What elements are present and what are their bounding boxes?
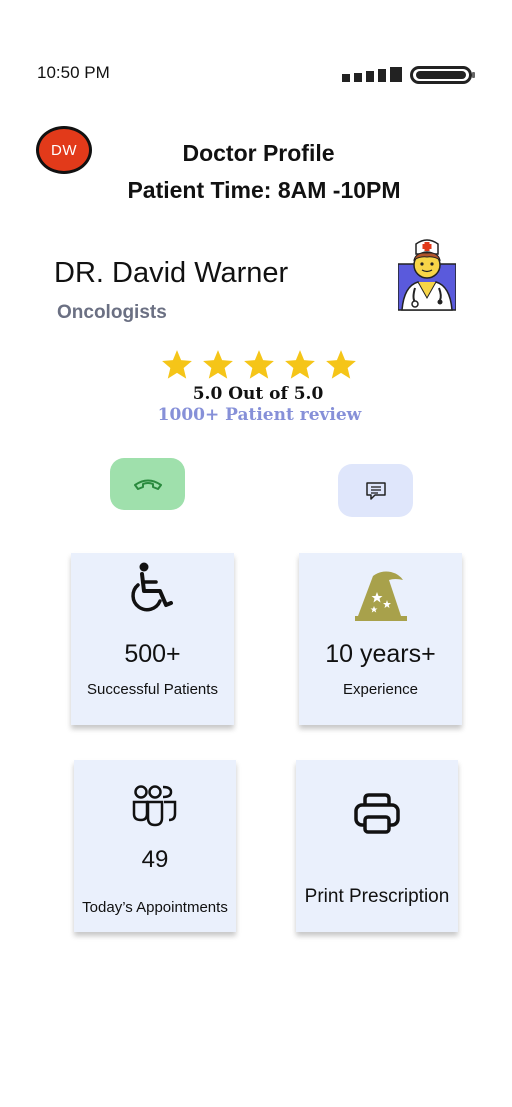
- battery-icon: [410, 66, 475, 84]
- doctor-avatar-icon: [398, 239, 456, 311]
- rating-score: 5.0 Out of 5.0: [192, 384, 324, 404]
- wheelchair-icon: [130, 562, 173, 612]
- star-icon: [326, 350, 356, 379]
- printer-icon: [354, 793, 400, 834]
- stat-label: Experience: [342, 681, 419, 698]
- message-button[interactable]: [338, 464, 413, 517]
- rating-stars: [160, 348, 360, 384]
- people-group-icon: [132, 785, 177, 827]
- stat-value: 10 years+: [325, 640, 436, 668]
- star-icon: [203, 350, 233, 379]
- stat-label: Today’s Appointments: [82, 899, 228, 916]
- stat-card-appointments: 49 Today’s Appointments: [74, 760, 236, 932]
- page-title: Doctor Profile: [182, 140, 335, 166]
- star-icon: [244, 350, 274, 379]
- stat-label: Successful Patients: [87, 681, 218, 698]
- stat-value: 500+: [124, 640, 181, 668]
- call-button[interactable]: [110, 458, 185, 510]
- signal-icon: [342, 67, 402, 82]
- status-time: 10:50 PM: [37, 63, 110, 82]
- phone-icon: [133, 479, 162, 490]
- doctor-specialty: Oncologists: [57, 302, 167, 323]
- wizard-hat-icon: [354, 571, 407, 621]
- review-count-link[interactable]: 1000+ Patient review: [0, 405, 512, 425]
- message-icon: [365, 481, 386, 500]
- star-icon: [162, 350, 192, 379]
- stat-card-experience: 10 years+ Experience: [299, 553, 462, 725]
- stat-card-patients: 500+ Successful Patients: [71, 553, 234, 725]
- patient-time: Patient Time: 8AM -10PM: [127, 177, 401, 203]
- stat-value: 49: [141, 846, 169, 873]
- print-label: Print Prescription: [304, 886, 450, 907]
- print-prescription-button[interactable]: Print Prescription: [296, 760, 458, 932]
- star-icon: [285, 350, 315, 379]
- doctor-name: DR. David Warner: [54, 257, 289, 289]
